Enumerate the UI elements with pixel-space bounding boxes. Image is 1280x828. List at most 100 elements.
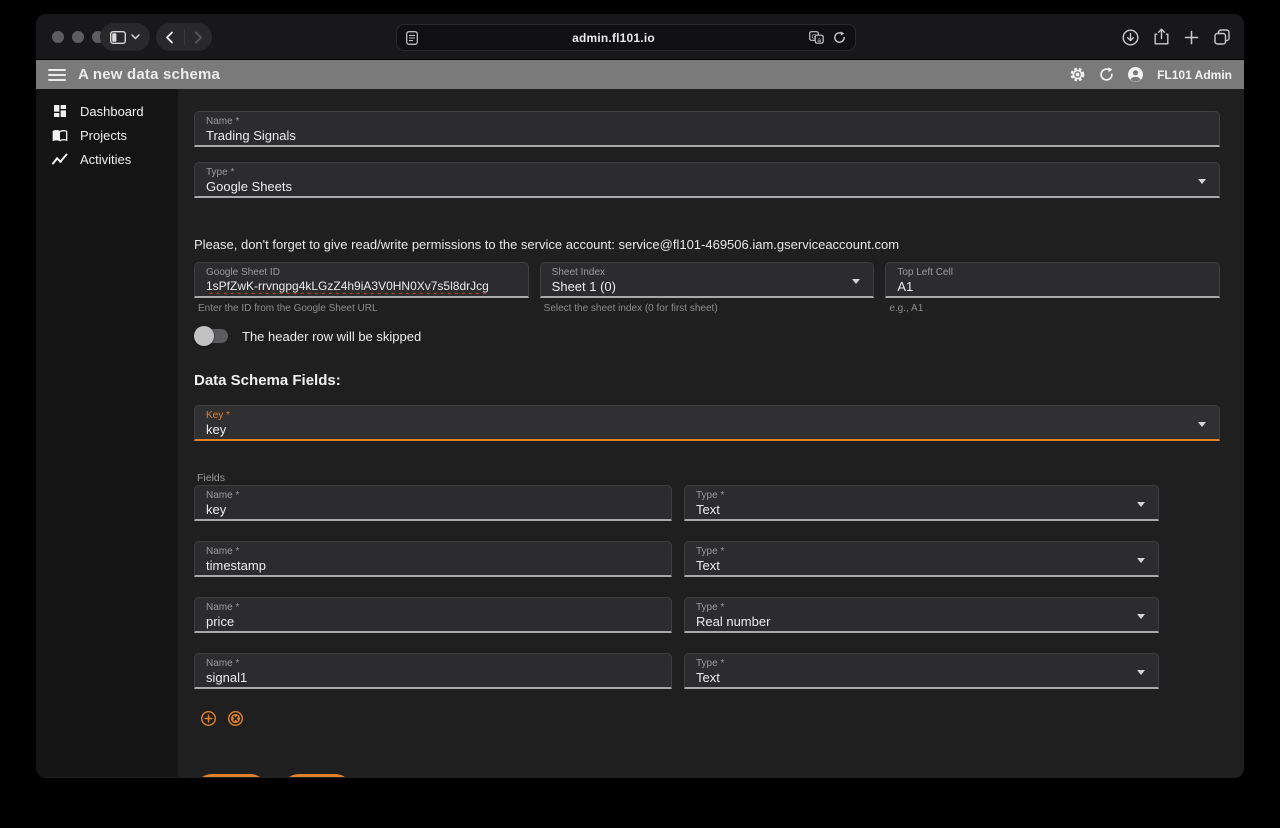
chevron-down-icon bbox=[1137, 502, 1145, 507]
type-select[interactable]: Type * Google Sheets bbox=[194, 162, 1220, 198]
refresh-icon[interactable] bbox=[1099, 67, 1114, 82]
field-type-label: Type * bbox=[696, 546, 1147, 557]
name-field-label: Name * bbox=[206, 116, 1208, 127]
browser-window: admin.fl101.io Ga bbox=[36, 14, 1244, 778]
field-name-input[interactable]: Name * signal1 bbox=[194, 653, 672, 689]
field-type-label: Type * bbox=[696, 602, 1147, 613]
window-controls bbox=[52, 31, 104, 43]
share-icon[interactable] bbox=[1154, 28, 1169, 46]
back-button[interactable] bbox=[156, 31, 184, 44]
downloads-icon[interactable] bbox=[1122, 29, 1139, 46]
top-left-cell-label: Top Left Cell bbox=[897, 267, 1208, 278]
sidebar-item-label: Activities bbox=[80, 152, 131, 167]
type-select-label: Type * bbox=[206, 167, 1208, 178]
menu-icon[interactable] bbox=[48, 69, 66, 81]
field-row: Name * timestamp Type * Text bbox=[194, 541, 1220, 577]
app-header: A new data schema FL101 Admin bbox=[36, 60, 1244, 89]
minimize-window-button[interactable] bbox=[72, 31, 84, 43]
type-select-value[interactable]: Google Sheets bbox=[206, 179, 1208, 194]
field-type-select[interactable]: Type * Real number bbox=[684, 597, 1159, 633]
field-name-input[interactable]: Name * key bbox=[194, 485, 672, 521]
fields-group-label: Fields bbox=[194, 472, 1220, 485]
field-type-label: Type * bbox=[696, 490, 1147, 501]
primary-action-button[interactable] bbox=[194, 774, 268, 777]
sheet-id-label: Google Sheet ID bbox=[206, 267, 517, 278]
field-name-label: Name * bbox=[206, 490, 660, 501]
field-type-value[interactable]: Text bbox=[696, 502, 1147, 517]
chevron-down-icon bbox=[1137, 558, 1145, 563]
field-row: Name * key Type * Text bbox=[194, 485, 1220, 521]
sheet-index-select[interactable]: Sheet Index Sheet 1 (0) bbox=[540, 262, 875, 298]
secondary-action-button[interactable] bbox=[281, 774, 353, 777]
field-name-value[interactable]: price bbox=[206, 614, 660, 629]
header-skip-toggle[interactable] bbox=[196, 329, 230, 343]
sidebar-toggle-button[interactable] bbox=[100, 23, 150, 51]
field-type-select[interactable]: Type * Text bbox=[684, 541, 1159, 577]
field-type-value[interactable]: Text bbox=[696, 558, 1147, 573]
reload-icon[interactable] bbox=[833, 31, 846, 44]
key-select[interactable]: Key * key bbox=[194, 405, 1220, 441]
name-field-value[interactable]: Trading Signals bbox=[206, 128, 1208, 143]
sidebar-item-projects[interactable]: Projects bbox=[36, 123, 178, 147]
chevron-down-icon bbox=[1137, 614, 1145, 619]
reader-icon[interactable] bbox=[406, 31, 418, 45]
field-name-input[interactable]: Name * price bbox=[194, 597, 672, 633]
sheet-id-value[interactable]: 1sPfZwK-rrvngpg4kLGzZ4h9iA3V0HN0Xv7s5l8d… bbox=[206, 279, 517, 294]
sidebar-item-label: Projects bbox=[80, 128, 127, 143]
field-name-value[interactable]: timestamp bbox=[206, 558, 660, 573]
field-type-select[interactable]: Type * Text bbox=[684, 485, 1159, 521]
form-content: Name * Trading Signals Type * Google She… bbox=[178, 89, 1244, 777]
user-name[interactable]: FL101 Admin bbox=[1157, 68, 1232, 82]
svg-text:a: a bbox=[817, 37, 821, 44]
field-row: Name * signal1 Type * Text bbox=[194, 653, 1220, 689]
field-name-label: Name * bbox=[206, 658, 660, 669]
field-type-value[interactable]: Text bbox=[696, 670, 1147, 685]
browser-toolbar: admin.fl101.io Ga bbox=[36, 14, 1244, 60]
chevron-down-icon bbox=[1198, 179, 1206, 184]
field-name-value[interactable]: key bbox=[206, 502, 660, 517]
remove-field-button[interactable] bbox=[223, 706, 247, 730]
name-field[interactable]: Name * Trading Signals bbox=[194, 111, 1220, 147]
page-title: A new data schema bbox=[78, 66, 220, 83]
forward-button[interactable] bbox=[185, 31, 213, 44]
field-name-input[interactable]: Name * timestamp bbox=[194, 541, 672, 577]
sheet-id-helper: Enter the ID from the Google Sheet URL bbox=[194, 303, 529, 314]
chevron-down-icon bbox=[1198, 422, 1206, 427]
chevron-down-icon bbox=[131, 34, 140, 40]
field-name-label: Name * bbox=[206, 602, 660, 613]
service-account-note: Please, don't forget to give read/write … bbox=[194, 237, 1220, 252]
top-left-cell-field[interactable]: Top Left Cell A1 bbox=[885, 262, 1220, 298]
sheet-index-helper: Select the sheet index (0 for first shee… bbox=[540, 303, 875, 314]
sheet-id-field[interactable]: Google Sheet ID 1sPfZwK-rrvngpg4kLGzZ4h9… bbox=[194, 262, 529, 298]
field-type-select[interactable]: Type * Text bbox=[684, 653, 1159, 689]
gear-icon[interactable] bbox=[1069, 66, 1086, 83]
toolbar-right-buttons bbox=[1122, 23, 1230, 51]
activity-line-icon bbox=[52, 151, 68, 167]
add-field-button[interactable] bbox=[196, 706, 220, 730]
sidebar: Dashboard Projects Activities bbox=[36, 89, 178, 777]
chevron-down-icon bbox=[1137, 670, 1145, 675]
header-skip-toggle-label: The header row will be skipped bbox=[242, 329, 421, 344]
field-type-value[interactable]: Real number bbox=[696, 614, 1147, 629]
new-tab-icon[interactable] bbox=[1184, 30, 1199, 45]
sidebar-item-activities[interactable]: Activities bbox=[36, 147, 178, 171]
book-icon bbox=[52, 127, 68, 143]
sidebar-item-dashboard[interactable]: Dashboard bbox=[36, 99, 178, 123]
tab-overview-icon[interactable] bbox=[1214, 29, 1230, 45]
key-select-value[interactable]: key bbox=[206, 422, 1208, 437]
key-select-label: Key * bbox=[206, 410, 1208, 421]
address-bar[interactable]: admin.fl101.io Ga bbox=[396, 24, 856, 51]
translate-icon[interactable]: Ga bbox=[809, 31, 824, 44]
sidebar-item-label: Dashboard bbox=[80, 104, 144, 119]
sheet-index-value[interactable]: Sheet 1 (0) bbox=[552, 279, 863, 294]
account-icon[interactable] bbox=[1127, 66, 1144, 83]
top-left-cell-helper: e.g., A1 bbox=[885, 303, 1220, 314]
field-name-value[interactable]: signal1 bbox=[206, 670, 660, 685]
url-text[interactable]: admin.fl101.io bbox=[418, 31, 809, 45]
dashboard-icon bbox=[52, 103, 68, 119]
sidebar-icon bbox=[110, 31, 126, 44]
close-window-button[interactable] bbox=[52, 31, 64, 43]
sheet-index-label: Sheet Index bbox=[552, 267, 863, 278]
field-type-label: Type * bbox=[696, 658, 1147, 669]
top-left-cell-value[interactable]: A1 bbox=[897, 279, 1208, 294]
